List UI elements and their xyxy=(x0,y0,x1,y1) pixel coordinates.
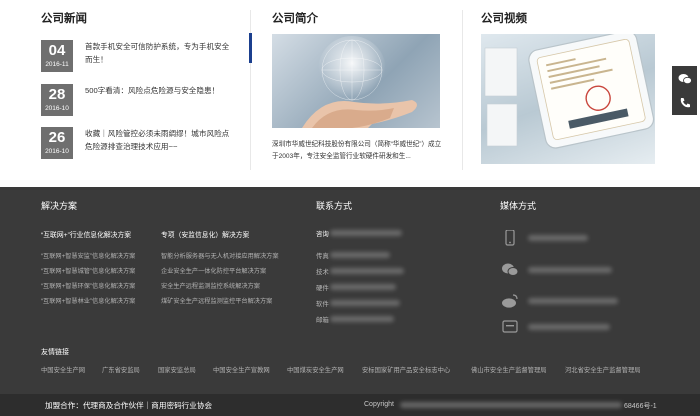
news-headline[interactable]: 首款手机安全可信防护系统，专为手机安全而生！ xyxy=(85,40,235,66)
friend-link[interactable]: 安标国家矿用产品安全标志中心 xyxy=(362,365,450,374)
blurred-hardware xyxy=(330,284,396,290)
website-icon xyxy=(501,319,519,335)
cooperation-text[interactable]: 加盟合作：代理商及合作伙伴｜商用密码行业协会 xyxy=(45,400,212,411)
solution-link[interactable]: “互联网+智慧林业”信息化解决方案 xyxy=(41,296,135,305)
record-number: 68466号-1 xyxy=(624,403,657,410)
solution-link[interactable]: 智能分析服务器与无人机对接应用解决方案 xyxy=(161,251,279,260)
friend-link[interactable]: 国家安监总局 xyxy=(158,365,196,374)
news-headline[interactable]: 500字看清：风险点危险源与安全隐患！ xyxy=(85,84,235,97)
friend-link[interactable]: 中国煤炭安全生产网 xyxy=(287,365,344,374)
contact-label: 硬件 xyxy=(316,285,329,292)
friend-link[interactable]: 广东省安监局 xyxy=(102,365,140,374)
accent-bar xyxy=(249,33,252,63)
blurred-website xyxy=(528,324,610,330)
top-section: 公司新闻 04 2016-11 首款手机安全可信防护系统，专为手机安全而生！ 2… xyxy=(0,0,700,187)
wechat-icon xyxy=(678,73,692,84)
footer: 解决方案 “互联网+”行业信息化解决方案 “互联网+智慧安监”信息化解决方案 “… xyxy=(0,187,700,416)
contact-label: 咨询 xyxy=(316,231,329,238)
contact-label: 传真 xyxy=(316,253,329,260)
blurred-weibo xyxy=(528,298,618,304)
news-headline[interactable]: 收藏｜风险管控必须未雨绸缪！城市风险点危险源排查治理技术应用~~ xyxy=(85,127,235,153)
solutions-title: 解决方案 xyxy=(41,201,78,211)
blurred-tech xyxy=(330,268,404,274)
solution-link[interactable]: “互联网+智慧城管”信息化解决方案 xyxy=(41,266,135,275)
wechat-icon xyxy=(501,262,519,278)
date-badge: 26 2016-10 xyxy=(41,127,73,159)
date-month: 2016-11 xyxy=(45,61,69,68)
friend-link[interactable]: 河北省安全生产监督管理局 xyxy=(565,365,641,374)
intro-image[interactable] xyxy=(272,34,440,128)
media-title: 媒体方式 xyxy=(500,201,537,211)
video-title: 公司视频 xyxy=(481,13,527,25)
phone-icon xyxy=(680,97,690,107)
solution-link[interactable]: “互联网+智慧安监”信息化解决方案 xyxy=(41,251,135,260)
solution-link[interactable]: 安全生产远程监测监控系统解决方案 xyxy=(161,281,260,290)
friend-link[interactable]: 中国安全生产宣教网 xyxy=(213,365,270,374)
wechat-button[interactable] xyxy=(672,66,697,91)
bottom-bar: 加盟合作：代理商及合作伙伴｜商用密码行业协会 Copyright 68466号-… xyxy=(0,394,700,416)
phone-button[interactable] xyxy=(672,90,697,115)
blurred-software xyxy=(330,300,400,306)
contact-label: 邮箱 xyxy=(316,317,329,324)
solutions-col1-title: “互联网+”行业信息化解决方案 xyxy=(41,232,132,239)
blurred-phone xyxy=(330,230,402,236)
contact-label: 技术 xyxy=(316,269,329,276)
blurred-copyright-details xyxy=(400,402,622,408)
date-badge: 28 2016-10 xyxy=(41,84,73,116)
date-month: 2016-10 xyxy=(45,148,69,155)
date-day: 04 xyxy=(48,42,66,59)
blurred-email xyxy=(330,316,394,322)
date-badge: 04 2016-11 xyxy=(41,40,73,72)
column-divider xyxy=(462,10,463,170)
solution-link[interactable]: 企业安全生产一体化防控平台解决方案 xyxy=(161,266,266,275)
intro-text: 深圳市华威世纪科技股份有限公司（简称“华威世纪”）成立于2003年，专注安全监管… xyxy=(272,141,442,160)
news-item[interactable]: 28 2016-10 500字看清：风险点危险源与安全隐患！ xyxy=(41,84,241,118)
news-item[interactable]: 26 2016-10 收藏｜风险管控必须未雨绸缪！城市风险点危险源排查治理技术应… xyxy=(41,127,241,161)
blurred-fax xyxy=(330,252,390,258)
news-item[interactable]: 04 2016-11 首款手机安全可信防护系统，专为手机安全而生！ xyxy=(41,40,241,74)
copyright-label: Copyright xyxy=(364,401,394,408)
video-thumbnail[interactable] xyxy=(481,34,655,164)
blurred-wechat xyxy=(528,267,612,273)
date-day: 26 xyxy=(48,129,66,146)
contact-label: 软件 xyxy=(316,301,329,308)
friend-link[interactable]: 中国安全生产网 xyxy=(41,365,85,374)
solution-link[interactable]: 煤矿安全生产远程监测监控平台解决方案 xyxy=(161,296,272,305)
weibo-icon xyxy=(501,293,519,309)
mobile-icon xyxy=(501,229,519,246)
solutions-col2-title: 专项（安监信息化）解决方案 xyxy=(161,232,250,239)
news-title: 公司新闻 xyxy=(41,13,87,25)
blurred-mobile-site xyxy=(528,235,588,241)
intro-title: 公司简介 xyxy=(272,13,318,25)
solution-link[interactable]: “互联网+智慧环保”信息化解决方案 xyxy=(41,281,135,290)
friend-links-title: 友情链接 xyxy=(41,349,69,356)
friend-link[interactable]: 佛山市安全生产监督管理局 xyxy=(471,365,547,374)
date-day: 28 xyxy=(48,86,66,103)
date-month: 2016-10 xyxy=(45,105,69,112)
contact-title: 联系方式 xyxy=(316,201,353,211)
